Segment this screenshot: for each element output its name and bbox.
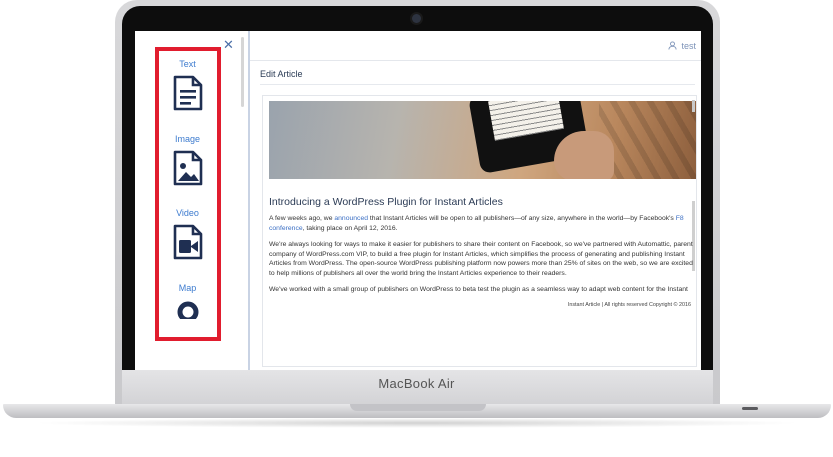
device-brand: MacBook Air	[378, 376, 455, 391]
panel-scrollbar[interactable]	[241, 37, 244, 107]
laptop-shadow	[30, 418, 803, 428]
panel-divider	[248, 31, 250, 370]
paragraph-3: We've worked with a small group of publi…	[269, 286, 688, 293]
user-icon	[668, 41, 678, 50]
laptop-indicator	[742, 407, 758, 410]
close-icon[interactable]: ✕	[223, 37, 234, 53]
paragraph-2: We're always looking for ways to make it…	[269, 241, 693, 277]
announced-link[interactable]: announced	[334, 215, 368, 222]
article-scroll-arrow[interactable]	[692, 100, 695, 112]
article-footer: Instant Article | All rights reserved Co…	[567, 302, 691, 308]
top-bar: test	[250, 31, 701, 61]
article-preview: Introducing a WordPress Plugin for Insta…	[262, 95, 697, 367]
title-divider	[260, 84, 695, 85]
user-menu[interactable]: test	[668, 41, 696, 51]
hero-image	[269, 101, 696, 179]
panel-highlight-box	[155, 47, 221, 341]
camera-icon	[412, 14, 421, 23]
page-title: Edit Article	[260, 69, 303, 79]
article-title: Introducing a WordPress Plugin for Insta…	[269, 196, 503, 208]
user-name: test	[681, 41, 696, 51]
app-screen: ✕ Text Image Video Map test Edit Article…	[135, 31, 701, 370]
laptop-notch	[350, 404, 486, 411]
article-body: A few weeks ago, we announced that Insta…	[269, 214, 696, 302]
paragraph-1: A few weeks ago, we announced that Insta…	[269, 215, 684, 232]
